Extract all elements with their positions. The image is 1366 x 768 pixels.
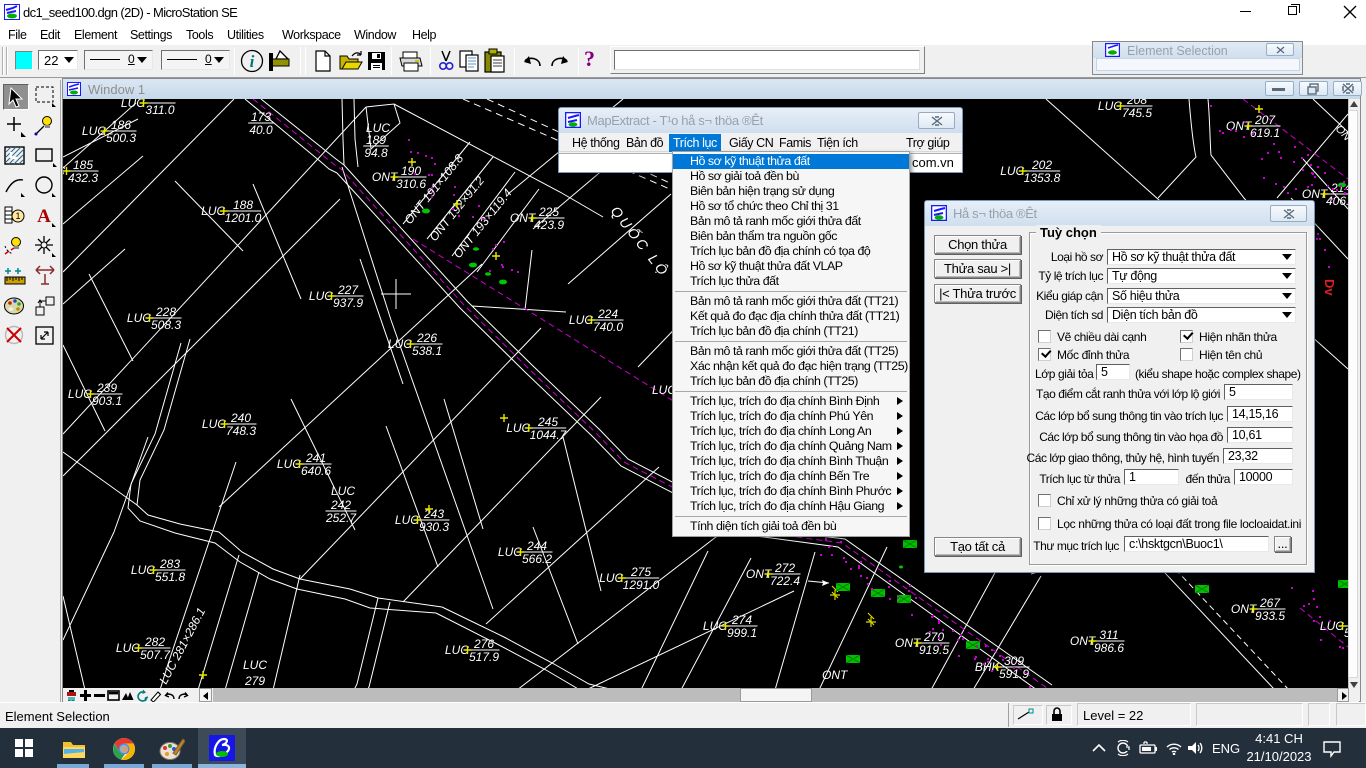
svg-text:282: 282: [144, 635, 165, 649]
svg-text:432.3: 432.3: [68, 171, 98, 185]
svg-text:LUC: LUC: [331, 484, 355, 498]
svg-text:227: 227: [337, 283, 359, 297]
svg-text:591.9: 591.9: [999, 667, 1029, 681]
svg-text:224: 224: [597, 307, 618, 321]
svg-text:986.6: 986.6: [1094, 641, 1124, 655]
svg-text:937.9: 937.9: [333, 296, 363, 310]
svg-text:919.5: 919.5: [919, 643, 949, 657]
svg-text:517.9: 517.9: [469, 650, 499, 664]
svg-text:267: 267: [1259, 596, 1281, 610]
svg-text:310.6: 310.6: [396, 177, 426, 191]
svg-text:566.2: 566.2: [522, 552, 552, 566]
svg-text:745.5: 745.5: [1122, 106, 1152, 120]
svg-text:538.1: 538.1: [412, 344, 442, 358]
svg-text:40.0: 40.0: [249, 123, 273, 137]
svg-text:275: 275: [630, 565, 651, 579]
svg-text:1: 1: [15, 211, 20, 221]
svg-text:173: 173: [251, 110, 271, 124]
svg-text:283: 283: [159, 557, 180, 571]
svg-text:619.1: 619.1: [1250, 126, 1280, 140]
svg-text:228: 228: [155, 305, 176, 319]
svg-text:640.6: 640.6: [301, 464, 331, 478]
svg-text:406.0: 406.0: [1326, 194, 1348, 208]
svg-text:245: 245: [537, 415, 558, 429]
svg-text:240: 240: [230, 411, 251, 425]
svg-text:999.1: 999.1: [727, 626, 757, 640]
svg-text:508.3: 508.3: [151, 318, 181, 332]
svg-text:189: 189: [366, 133, 386, 147]
svg-text:252.7: 252.7: [325, 511, 357, 525]
svg-text:1291.0: 1291.0: [623, 578, 660, 592]
svg-text:A: A: [37, 206, 51, 227]
svg-text:188: 188: [233, 198, 253, 212]
svg-text:276: 276: [473, 637, 494, 651]
svg-text:190: 190: [401, 164, 421, 178]
svg-text:244: 244: [526, 539, 547, 553]
svg-text:311.0: 311.0: [145, 103, 174, 117]
svg-text:202: 202: [1031, 158, 1052, 172]
svg-text:226: 226: [416, 331, 437, 345]
svg-text:279: 279: [244, 674, 265, 688]
svg-text:185: 185: [73, 158, 93, 172]
svg-text:LUC: LUC: [121, 99, 145, 110]
svg-text:740.0: 740.0: [593, 320, 623, 334]
svg-text:LUC: LUC: [243, 658, 267, 672]
svg-text:241: 241: [305, 451, 326, 465]
svg-text:748.3: 748.3: [226, 424, 256, 438]
svg-text:ONT: ONT: [822, 668, 849, 682]
svg-text:500.3: 500.3: [106, 131, 136, 145]
svg-text:272: 272: [774, 561, 795, 575]
svg-text:207: 207: [1254, 113, 1276, 127]
svg-text:1201.0: 1201.0: [225, 211, 262, 225]
svg-text:94.8: 94.8: [364, 146, 388, 160]
svg-text:i: i: [250, 52, 255, 71]
svg-text:270: 270: [923, 630, 944, 644]
svg-text:722.4: 722.4: [770, 574, 800, 588]
svg-text:930.3: 930.3: [419, 520, 449, 534]
svg-text:186: 186: [111, 118, 131, 132]
svg-text:239: 239: [96, 381, 117, 395]
svg-text:225: 225: [538, 205, 559, 219]
svg-text:1353.8: 1353.8: [1024, 171, 1061, 185]
svg-text:309: 309: [1004, 654, 1024, 668]
svg-text:551.8: 551.8: [155, 570, 185, 584]
svg-text:Dv: Dv: [1322, 279, 1337, 296]
svg-text:1044.7: 1044.7: [530, 428, 568, 442]
svg-text:311: 311: [1099, 628, 1118, 642]
svg-text:903.1: 903.1: [92, 394, 122, 408]
svg-text:274: 274: [731, 613, 752, 627]
svg-text:933.5: 933.5: [1255, 609, 1285, 623]
svg-text:242: 242: [330, 498, 351, 512]
svg-text:423.9: 423.9: [534, 218, 564, 232]
